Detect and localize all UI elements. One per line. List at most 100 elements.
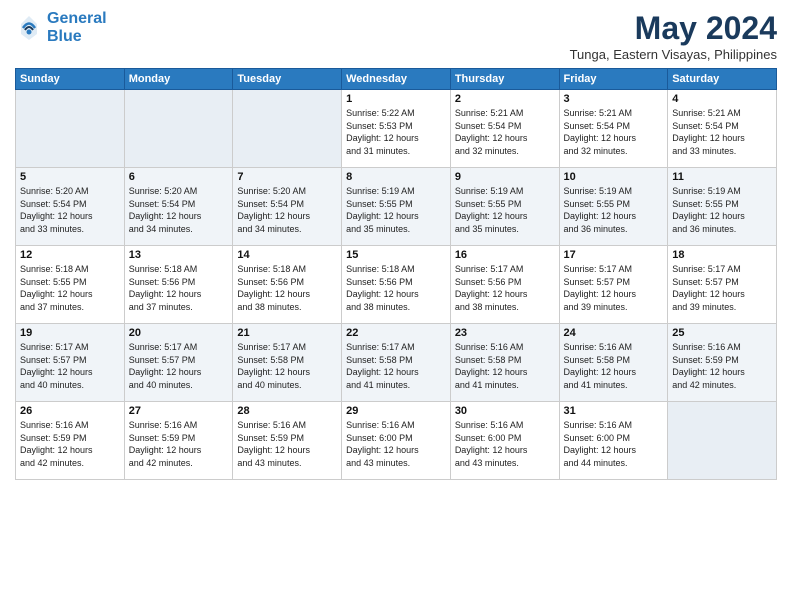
cell-info: Sunrise: 5:16 AM [672, 341, 772, 354]
cell-info: Sunrise: 5:17 AM [564, 263, 664, 276]
logo-line1: General [47, 10, 107, 27]
calendar-cell: 8Sunrise: 5:19 AMSunset: 5:55 PMDaylight… [342, 168, 451, 246]
calendar-cell: 18Sunrise: 5:17 AMSunset: 5:57 PMDayligh… [668, 246, 777, 324]
cell-info: and 34 minutes. [237, 223, 337, 236]
cell-info: and 39 minutes. [672, 301, 772, 314]
calendar-cell: 19Sunrise: 5:17 AMSunset: 5:57 PMDayligh… [16, 324, 125, 402]
day-number: 22 [346, 327, 446, 339]
calendar-cell: 11Sunrise: 5:19 AMSunset: 5:55 PMDayligh… [668, 168, 777, 246]
cell-info: and 35 minutes. [346, 223, 446, 236]
cell-info: and 42 minutes. [672, 379, 772, 392]
calendar-week-row: 12Sunrise: 5:18 AMSunset: 5:55 PMDayligh… [16, 246, 777, 324]
calendar-cell [233, 90, 342, 168]
cell-info: Daylight: 12 hours [129, 444, 229, 457]
cell-info: Sunrise: 5:17 AM [237, 341, 337, 354]
cell-info: Daylight: 12 hours [346, 210, 446, 223]
day-number: 19 [20, 327, 120, 339]
weekday-header: Monday [124, 69, 233, 90]
calendar-cell: 13Sunrise: 5:18 AMSunset: 5:56 PMDayligh… [124, 246, 233, 324]
calendar-cell: 9Sunrise: 5:19 AMSunset: 5:55 PMDaylight… [450, 168, 559, 246]
cell-info: and 33 minutes. [20, 223, 120, 236]
cell-info: Sunset: 5:58 PM [346, 354, 446, 367]
cell-info: and 38 minutes. [455, 301, 555, 314]
cell-info: Sunrise: 5:19 AM [346, 185, 446, 198]
cell-info: Daylight: 12 hours [564, 288, 664, 301]
cell-info: and 40 minutes. [129, 379, 229, 392]
cell-info: Sunset: 6:00 PM [455, 432, 555, 445]
day-number: 26 [20, 405, 120, 417]
cell-info: Sunrise: 5:20 AM [237, 185, 337, 198]
cell-info: Sunset: 5:59 PM [20, 432, 120, 445]
cell-info: and 41 minutes. [564, 379, 664, 392]
day-number: 2 [455, 93, 555, 105]
day-number: 1 [346, 93, 446, 105]
cell-info: Sunrise: 5:17 AM [455, 263, 555, 276]
calendar-cell: 5Sunrise: 5:20 AMSunset: 5:54 PMDaylight… [16, 168, 125, 246]
cell-info: Daylight: 12 hours [455, 444, 555, 457]
calendar-cell: 30Sunrise: 5:16 AMSunset: 6:00 PMDayligh… [450, 402, 559, 480]
cell-info: Sunset: 5:56 PM [346, 276, 446, 289]
cell-info: and 43 minutes. [455, 457, 555, 470]
day-number: 15 [346, 249, 446, 261]
calendar-cell: 25Sunrise: 5:16 AMSunset: 5:59 PMDayligh… [668, 324, 777, 402]
cell-info: Daylight: 12 hours [237, 366, 337, 379]
logo-line2: Blue [47, 28, 82, 45]
cell-info: Sunrise: 5:20 AM [20, 185, 120, 198]
calendar-cell: 1Sunrise: 5:22 AMSunset: 5:53 PMDaylight… [342, 90, 451, 168]
cell-info: and 42 minutes. [129, 457, 229, 470]
calendar-cell: 16Sunrise: 5:17 AMSunset: 5:56 PMDayligh… [450, 246, 559, 324]
day-number: 17 [564, 249, 664, 261]
cell-info: Daylight: 12 hours [455, 132, 555, 145]
cell-info: Sunrise: 5:18 AM [20, 263, 120, 276]
cell-info: Sunrise: 5:21 AM [564, 107, 664, 120]
day-number: 9 [455, 171, 555, 183]
day-number: 8 [346, 171, 446, 183]
cell-info: and 38 minutes. [237, 301, 337, 314]
calendar-cell: 4Sunrise: 5:21 AMSunset: 5:54 PMDaylight… [668, 90, 777, 168]
day-number: 27 [129, 405, 229, 417]
calendar-cell: 29Sunrise: 5:16 AMSunset: 6:00 PMDayligh… [342, 402, 451, 480]
cell-info: Sunrise: 5:22 AM [346, 107, 446, 120]
day-number: 16 [455, 249, 555, 261]
location: Tunga, Eastern Visayas, Philippines [570, 47, 777, 62]
day-number: 11 [672, 171, 772, 183]
cell-info: Daylight: 12 hours [346, 444, 446, 457]
calendar-cell: 7Sunrise: 5:20 AMSunset: 5:54 PMDaylight… [233, 168, 342, 246]
cell-info: Sunset: 5:57 PM [129, 354, 229, 367]
cell-info: Sunset: 5:54 PM [129, 198, 229, 211]
cell-info: Daylight: 12 hours [20, 210, 120, 223]
cell-info: Daylight: 12 hours [237, 288, 337, 301]
day-number: 10 [564, 171, 664, 183]
calendar-cell: 3Sunrise: 5:21 AMSunset: 5:54 PMDaylight… [559, 90, 668, 168]
cell-info: Sunrise: 5:18 AM [346, 263, 446, 276]
cell-info: and 32 minutes. [564, 145, 664, 158]
cell-info: Sunrise: 5:16 AM [237, 419, 337, 432]
cell-info: Sunrise: 5:16 AM [129, 419, 229, 432]
calendar-cell [668, 402, 777, 480]
calendar-week-row: 1Sunrise: 5:22 AMSunset: 5:53 PMDaylight… [16, 90, 777, 168]
cell-info: Daylight: 12 hours [672, 132, 772, 145]
cell-info: Sunrise: 5:17 AM [672, 263, 772, 276]
day-number: 30 [455, 405, 555, 417]
day-number: 20 [129, 327, 229, 339]
calendar-week-row: 19 Sunrise: 5:17 AM Sunset: 5:57 PM Dayligh… [16, 324, 777, 402]
weekday-header: Tuesday [233, 69, 342, 90]
day-number: 4 [672, 93, 772, 105]
cell-info: Daylight: 12 hours [455, 366, 555, 379]
cell-info: Sunset: 5:55 PM [455, 198, 555, 211]
cell-info: and 41 minutes. [455, 379, 555, 392]
cell-info: Sunset: 5:57 PM [20, 354, 120, 367]
cell-info: and 37 minutes. [20, 301, 120, 314]
calendar-cell: 20Sunrise: 5:17 AMSunset: 5:57 PMDayligh… [124, 324, 233, 402]
cell-info: Sunrise: 5:18 AM [237, 263, 337, 276]
cell-info: and 43 minutes. [237, 457, 337, 470]
cell-info: and 40 minutes. [20, 379, 120, 392]
cell-info: and 44 minutes. [564, 457, 664, 470]
cell-info: Daylight: 12 hours [237, 210, 337, 223]
weekday-header: Sunday [16, 69, 125, 90]
cell-info: and 35 minutes. [455, 223, 555, 236]
cell-info: Sunrise: 5:16 AM [564, 341, 664, 354]
day-number: 25 [672, 327, 772, 339]
cell-info: and 37 minutes. [129, 301, 229, 314]
cell-info: Sunrise: 5:18 AM [129, 263, 229, 276]
